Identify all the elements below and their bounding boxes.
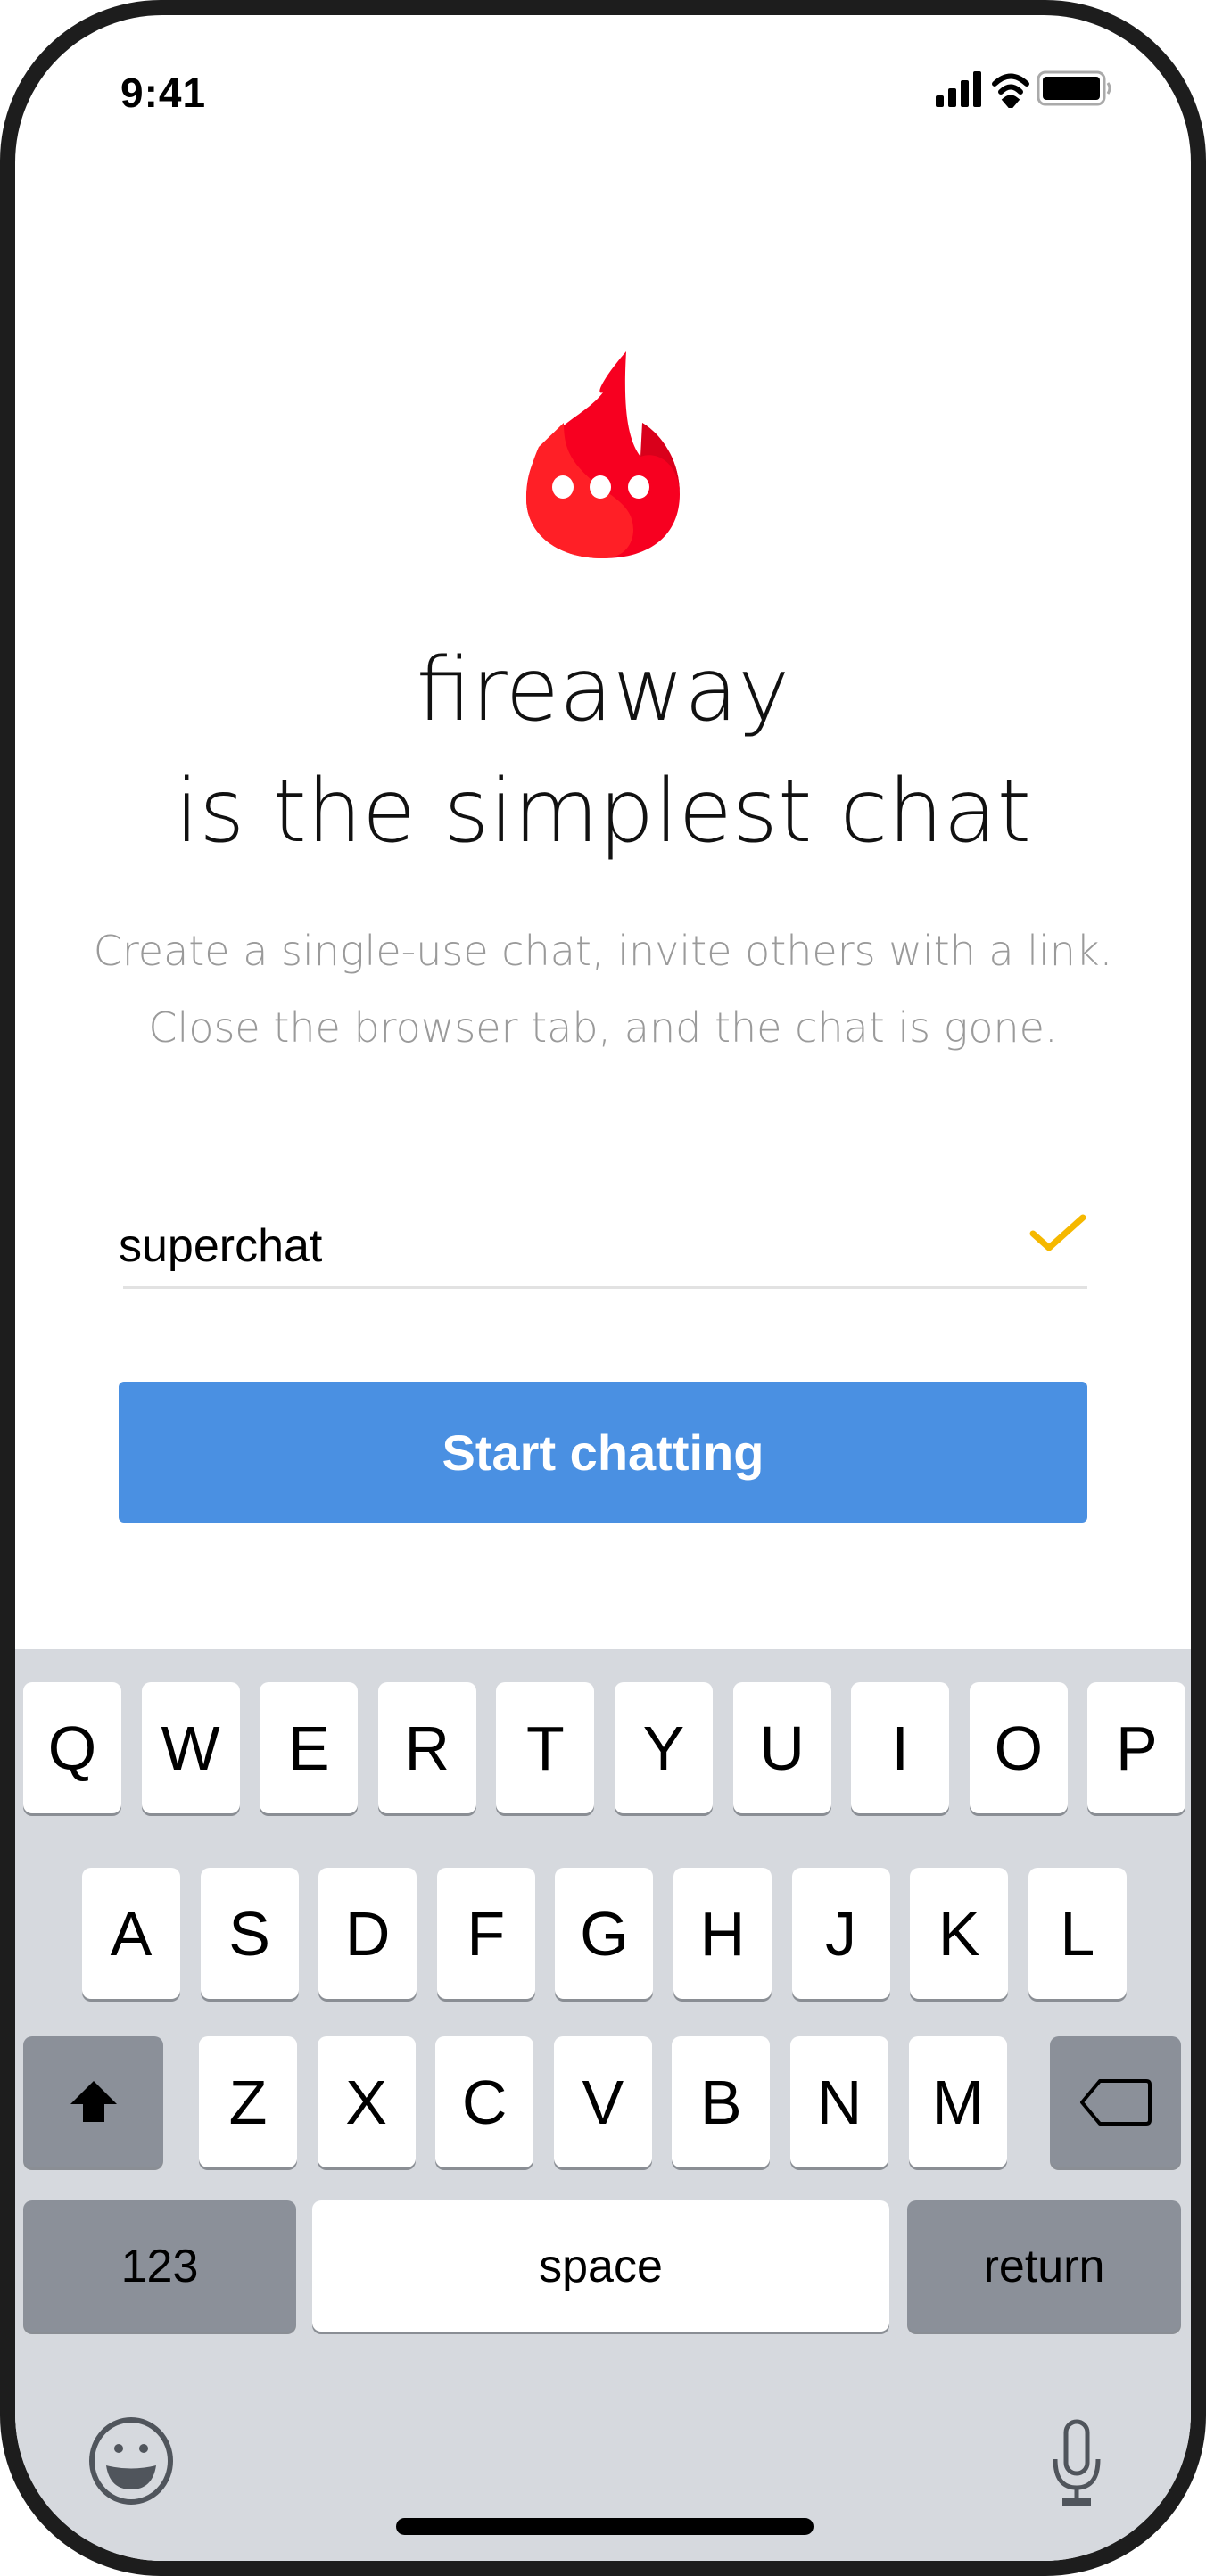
shift-key[interactable] (23, 2036, 163, 2167)
key-q[interactable]: Q (23, 1682, 121, 1813)
emoji-icon[interactable] (88, 2416, 174, 2510)
key-c[interactable]: C (435, 2036, 534, 2167)
key-x[interactable]: X (317, 2036, 416, 2167)
key-m[interactable]: M (908, 2036, 1007, 2167)
cellular-signal-icon (936, 71, 981, 107)
key-y[interactable]: Y (615, 1682, 713, 1813)
key-l[interactable]: L (1028, 1868, 1127, 1999)
screen: 9:41 fireaway is the simplest chat Creat… (15, 15, 1191, 2561)
key-o[interactable]: O (969, 1682, 1068, 1813)
key-k[interactable]: K (910, 1868, 1009, 1999)
key-e[interactable]: E (260, 1682, 359, 1813)
title-line-2: is the simplest chat (175, 761, 1031, 863)
start-chatting-button[interactable]: Start chatting (119, 1382, 1087, 1523)
keyboard: 123 space return QWERTYUIOP ASDFGHJKL ZXCV… (15, 1649, 1191, 2561)
key-z[interactable]: Z (199, 2036, 297, 2167)
key-w[interactable]: W (141, 1682, 240, 1813)
key-h[interactable]: H (673, 1868, 772, 1999)
shift-icon (70, 2080, 117, 2122)
key-g[interactable]: G (555, 1868, 654, 1999)
checkmark-icon (1028, 1210, 1090, 1259)
delete-key[interactable] (1050, 2036, 1181, 2167)
microphone-icon[interactable] (1050, 2418, 1103, 2512)
key-n[interactable]: N (790, 2036, 888, 2167)
dot (552, 475, 574, 499)
subtitle-line-2: Close the browser tab, and the chat is g… (148, 1003, 1058, 1052)
key-s[interactable]: S (200, 1868, 299, 1999)
key-u[interactable]: U (732, 1682, 831, 1813)
title-line-1: fireaway (416, 640, 790, 741)
key-b[interactable]: B (672, 2036, 771, 2167)
key-v[interactable]: V (553, 2036, 652, 2167)
key-r[interactable]: R (377, 1682, 476, 1813)
key-j[interactable]: J (791, 1868, 890, 1999)
dot (590, 475, 611, 499)
status-time: 9:41 (120, 70, 207, 116)
key-f[interactable]: F (436, 1868, 535, 1999)
key-i[interactable]: I (851, 1682, 950, 1813)
input-underline (123, 1286, 1087, 1289)
wifi-icon (992, 73, 1029, 111)
battery-icon (1037, 70, 1111, 106)
home-indicator[interactable] (396, 2518, 814, 2535)
numbers-key[interactable]: 123 (23, 2200, 296, 2332)
status-icons (934, 69, 1148, 112)
key-d[interactable]: D (318, 1868, 417, 1999)
backspace-icon (1079, 2078, 1152, 2126)
fireaway-logo (517, 351, 689, 566)
space-key[interactable]: space (312, 2200, 889, 2332)
dot (628, 475, 649, 499)
chat-name-input[interactable]: superchat (119, 1219, 322, 1273)
subtitle-line-1: Create a single-use chat, invite others … (93, 927, 1113, 975)
return-key[interactable]: return (907, 2200, 1181, 2332)
phone-frame: 9:41 fireaway is the simplest chat Creat… (0, 0, 1206, 2576)
key-a[interactable]: A (82, 1868, 180, 1999)
key-p[interactable]: P (1087, 1682, 1186, 1813)
key-t[interactable]: T (496, 1682, 595, 1813)
